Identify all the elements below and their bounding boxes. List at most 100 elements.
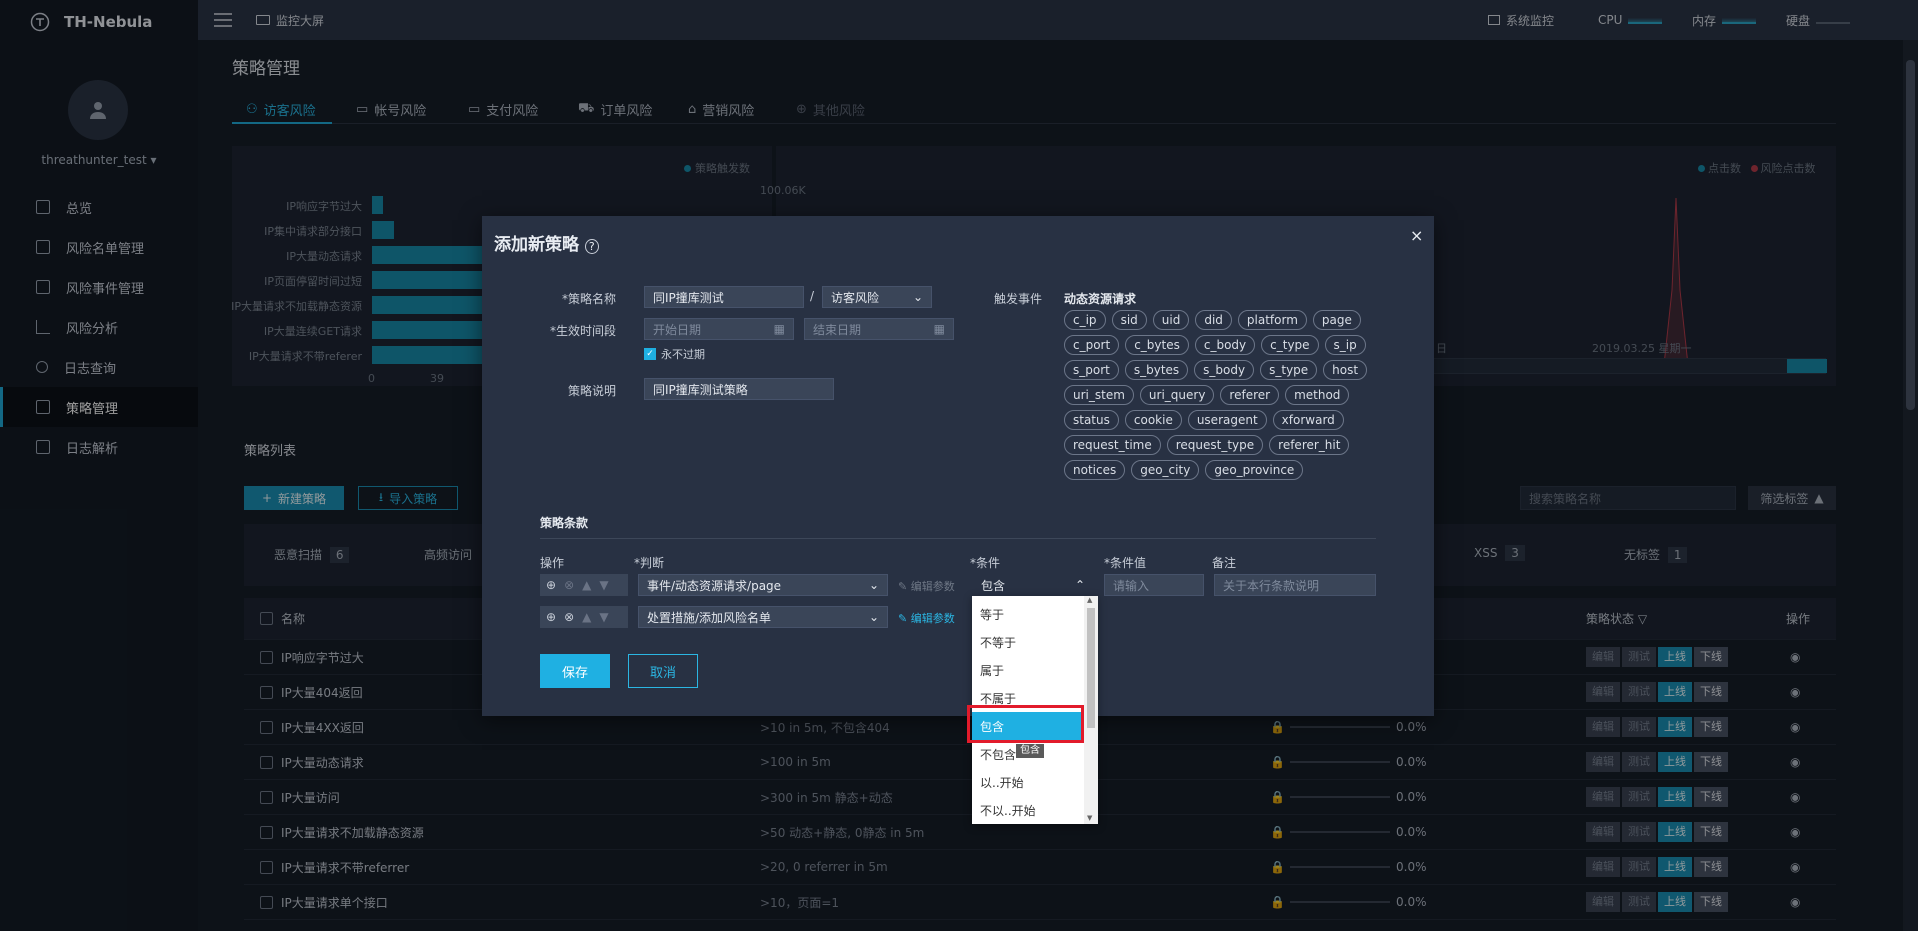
- col-value: *条件值: [1104, 556, 1147, 570]
- field-tag[interactable]: status: [1064, 410, 1119, 430]
- end-date-input[interactable]: 结束日期 ▦: [804, 318, 954, 340]
- checked-icon: ✓: [644, 348, 656, 360]
- start-date-placeholder: 开始日期: [653, 322, 702, 337]
- desc-label: 策略说明: [567, 384, 616, 398]
- field-tag[interactable]: c_body: [1194, 335, 1256, 355]
- chevron-down-icon: ⌄: [868, 578, 879, 592]
- field-tag[interactable]: s_ip: [1324, 335, 1366, 355]
- field-tag[interactable]: referer_hit: [1269, 435, 1350, 455]
- trigger-event-value: 动态资源请求: [1064, 292, 1137, 306]
- row1-judge-value: 事件/动态资源请求/page: [647, 578, 782, 593]
- field-tag[interactable]: c_port: [1064, 335, 1120, 355]
- name-label: *策略名称: [561, 292, 616, 306]
- trigger-label: 触发事件: [994, 292, 1043, 306]
- field-tag[interactable]: c_ip: [1064, 310, 1106, 330]
- category-value: 访客风险: [831, 290, 880, 305]
- down-arrow-icon[interactable]: ▼: [599, 578, 608, 592]
- col-note: 备注: [1212, 556, 1237, 570]
- field-tag[interactable]: s_port: [1064, 360, 1119, 380]
- strategy-desc-input[interactable]: 同IP撞库测试策略: [644, 378, 834, 400]
- field-tag[interactable]: s_bytes: [1124, 360, 1189, 380]
- help-icon[interactable]: ?: [584, 239, 599, 254]
- up-arrow-icon[interactable]: ▲: [582, 610, 591, 624]
- field-tag[interactable]: sid: [1111, 310, 1147, 330]
- highlight-box: [967, 705, 1084, 743]
- dropdown-scrollbar[interactable]: ▲ ▼: [1084, 596, 1098, 824]
- row1-edit-params[interactable]: ✎ 编辑参数: [898, 578, 955, 594]
- up-arrow-icon[interactable]: ▲: [582, 578, 591, 592]
- add-circle-icon[interactable]: ⊕: [546, 578, 556, 592]
- field-tag[interactable]: notices: [1064, 460, 1126, 480]
- field-tag-list: c_ip sid uid did platform page c_port c_bytes c_…: [1064, 310, 1404, 480]
- chevron-down-icon: ⌄: [912, 290, 923, 304]
- field-tag[interactable]: geo_province: [1205, 460, 1304, 480]
- row2-edit-params[interactable]: ✎ 编辑参数: [898, 610, 955, 626]
- col-cond: *条件: [970, 556, 1001, 570]
- clause-title: 策略条款: [540, 516, 589, 530]
- field-tag[interactable]: platform: [1237, 310, 1307, 330]
- scroll-up-icon[interactable]: ▲: [1087, 596, 1092, 604]
- pencil-icon: ✎: [898, 580, 908, 593]
- condition-option[interactable]: 等于: [972, 600, 1082, 628]
- field-tag[interactable]: did: [1195, 310, 1232, 330]
- row2-judge-select[interactable]: 处置措施/添加风险名单 ⌄: [638, 606, 888, 628]
- calendar-icon: ▦: [773, 322, 785, 336]
- field-tag[interactable]: request_time: [1064, 435, 1161, 455]
- start-date-input[interactable]: 开始日期 ▦: [644, 318, 794, 340]
- row1-condition-value: 包含: [981, 578, 1006, 593]
- field-tag[interactable]: geo_city: [1131, 460, 1200, 480]
- field-tag[interactable]: useragent: [1187, 410, 1267, 430]
- chevron-up-icon: ⌃: [1074, 578, 1085, 592]
- modal-title-text: 添加新策略: [494, 235, 579, 255]
- add-strategy-modal: 添加新策略 ? × *策略名称 同IP撞库测试 / 访客风险 ⌄ *生效时间段 开…: [482, 216, 1434, 716]
- row1-condition-select[interactable]: 包含 ⌃: [972, 574, 1094, 596]
- field-tag[interactable]: uri_query: [1139, 385, 1215, 405]
- col-op: 操作: [540, 556, 565, 570]
- scroll-down-icon[interactable]: ▼: [1087, 814, 1092, 822]
- field-tag[interactable]: c_type: [1261, 335, 1319, 355]
- chevron-down-icon: ⌄: [868, 610, 879, 624]
- dropdown-scroll-thumb[interactable]: [1087, 608, 1095, 728]
- field-tag[interactable]: page: [1312, 310, 1361, 330]
- calendar-icon: ▦: [933, 322, 945, 336]
- close-icon[interactable]: ×: [1410, 226, 1423, 245]
- field-tag[interactable]: uid: [1152, 310, 1190, 330]
- row2-op-controls: ⊕ ⊗ ▲ ▼: [540, 606, 628, 628]
- condition-option[interactable]: 属于: [972, 656, 1082, 684]
- save-button[interactable]: 保存: [540, 654, 610, 688]
- never-expire-label: 永不过期: [661, 348, 705, 361]
- condition-option[interactable]: 以..开始: [972, 768, 1082, 796]
- condition-option[interactable]: 不等于: [972, 628, 1082, 656]
- field-tag[interactable]: s_type: [1260, 360, 1318, 380]
- field-tag[interactable]: request_type: [1166, 435, 1264, 455]
- field-tag[interactable]: c_bytes: [1125, 335, 1189, 355]
- row1-value-input[interactable]: 请输入: [1104, 574, 1204, 596]
- strategy-name-input[interactable]: 同IP撞库测试: [644, 286, 804, 308]
- category-select[interactable]: 访客风险 ⌄: [822, 286, 932, 308]
- row1-judge-select[interactable]: 事件/动态资源请求/page ⌄: [638, 574, 888, 596]
- end-date-placeholder: 结束日期: [813, 322, 862, 337]
- clause-divider: [540, 538, 1376, 539]
- row1-note-input[interactable]: 关于本行条款说明: [1214, 574, 1376, 596]
- never-expire-checkbox[interactable]: ✓ 永不过期: [644, 346, 705, 362]
- modal-title: 添加新策略 ?: [494, 230, 599, 255]
- row1-op-controls: ⊕ ⊗ ▲ ▼: [540, 574, 628, 596]
- row2-judge-value: 处置措施/添加风险名单: [647, 610, 772, 625]
- field-tag[interactable]: cookie: [1124, 410, 1182, 430]
- col-judge: *判断: [634, 556, 665, 570]
- field-tag[interactable]: host: [1323, 360, 1368, 380]
- remove-circle-icon[interactable]: ⊗: [564, 578, 574, 592]
- field-tag[interactable]: uri_stem: [1064, 385, 1134, 405]
- condition-option[interactable]: 不以..开始: [972, 796, 1082, 824]
- down-arrow-icon[interactable]: ▼: [599, 610, 608, 624]
- separator-slash: /: [810, 289, 815, 303]
- row2-edit-label: 编辑参数: [910, 612, 955, 625]
- add-circle-icon[interactable]: ⊕: [546, 610, 556, 624]
- field-tag[interactable]: referer: [1220, 385, 1280, 405]
- field-tag[interactable]: xforward: [1272, 410, 1344, 430]
- cancel-button[interactable]: 取消: [628, 654, 698, 688]
- field-tag[interactable]: s_body: [1194, 360, 1255, 380]
- time-label: *生效时间段: [549, 324, 616, 338]
- field-tag[interactable]: method: [1285, 385, 1350, 405]
- remove-circle-icon[interactable]: ⊗: [564, 610, 574, 624]
